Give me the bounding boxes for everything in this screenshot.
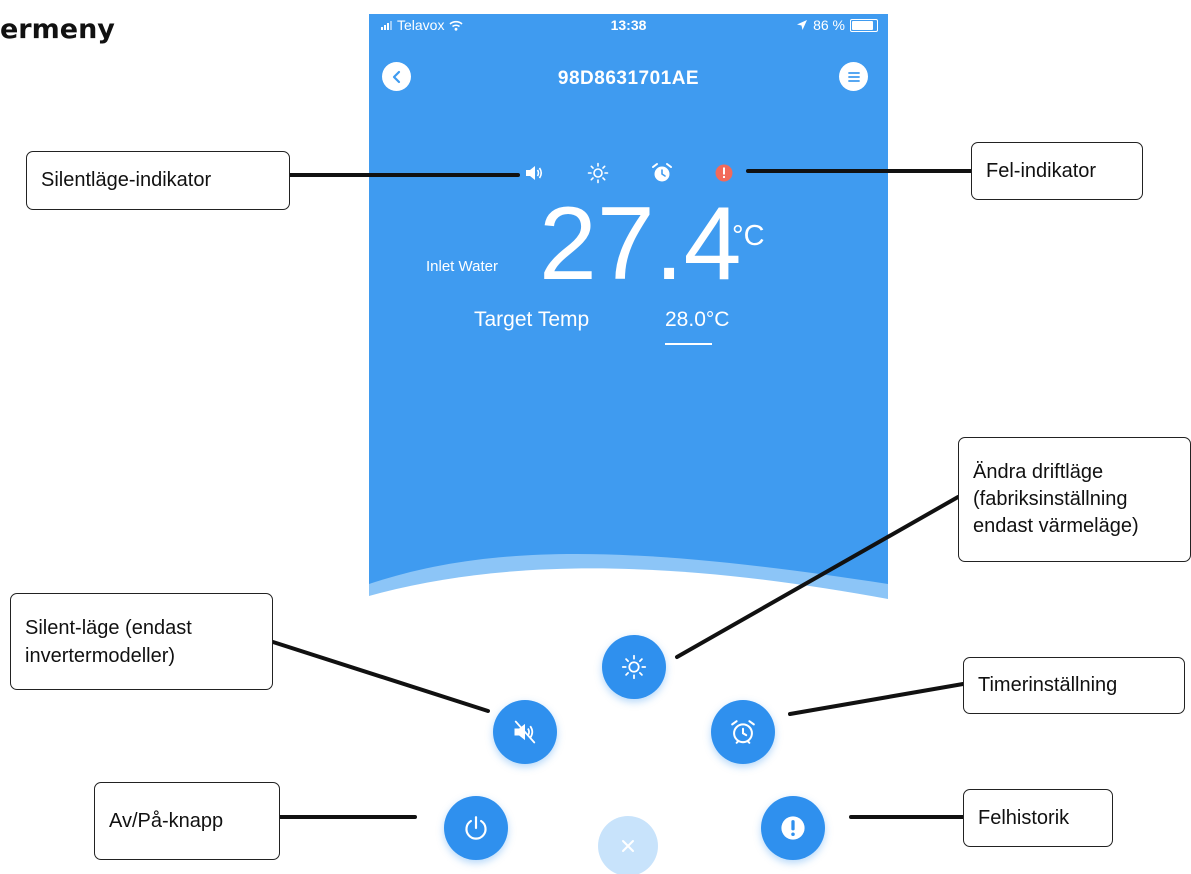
power-icon [465,816,487,840]
callout-text: Silent-läge (endast [25,616,192,639]
error-history-button[interactable] [761,796,825,860]
callout-silent-indicator: Silentläge-indikator [26,151,290,210]
status-bar: Telavox 13:38 86 % [369,17,888,37]
callout-text: Av/På-knapp [109,809,224,832]
callout-silent-mode: Silent-läge (endast invertermodeller) [10,593,273,690]
callout-text: Silentläge-indikator [41,169,212,191]
target-label: Target Temp [474,308,590,331]
temperature-value: 27.4 [539,186,742,302]
inlet-label: Inlet Water [426,258,498,275]
location-icon [797,20,808,30]
callout-text: Fel-indikator [986,159,1097,182]
close-icon [622,840,634,852]
callout-text: Timerinställning [978,674,1118,696]
callout-text: Ändra driftläge [973,461,1104,483]
menu-icon [847,71,860,82]
temperature-unit: °C [732,220,765,252]
page-heading: ermeny [0,14,115,45]
navbar: 98D8631701AE [369,58,888,94]
callout-text: (fabriksinställning [973,488,1128,510]
power-button[interactable] [444,796,508,860]
battery-icon [850,18,878,32]
status-right: 86 % [796,17,878,33]
target-value[interactable]: 28.0°C [665,308,729,332]
target-underline [665,343,712,345]
menu-button[interactable] [839,62,868,91]
error-dot-icon [715,164,733,182]
silent-mode-button[interactable] [493,700,557,764]
battery-percent: 86 % [813,17,845,33]
callout-text: endast värmeläge) [973,515,1139,537]
callout-error-indicator: Fel-indikator [971,142,1143,200]
timer-button[interactable] [711,700,775,764]
mode-button[interactable] [602,635,666,699]
callout-text: invertermodeller) [25,644,176,667]
close-button[interactable] [598,816,658,874]
app-screenshot: Telavox 13:38 86 % 98D8631701AE Inlet Wa… [369,14,888,874]
callout-timer: Timerinställning [963,657,1185,714]
callout-text: Felhistorik [978,806,1070,829]
wave-decoration [369,554,888,624]
error-indicator [711,160,737,186]
speaker-muted-icon [514,720,536,744]
device-title: 98D8631701AE [557,68,700,89]
sun-icon [621,654,647,680]
callout-power: Av/På-knapp [94,782,280,860]
speaker-icon [526,166,543,180]
heat-mode-indicator [585,160,611,186]
callout-error-history: Felhistorik [963,789,1113,847]
timer-indicator [649,160,675,186]
alarm-clock-icon [731,720,755,744]
exclamation-icon [781,816,805,840]
callout-change-mode: Ändra driftläge (fabriksinställning enda… [958,437,1191,562]
alarm-clock-icon [652,163,672,182]
silent-mode-indicator [521,160,547,186]
sun-icon [587,162,609,184]
